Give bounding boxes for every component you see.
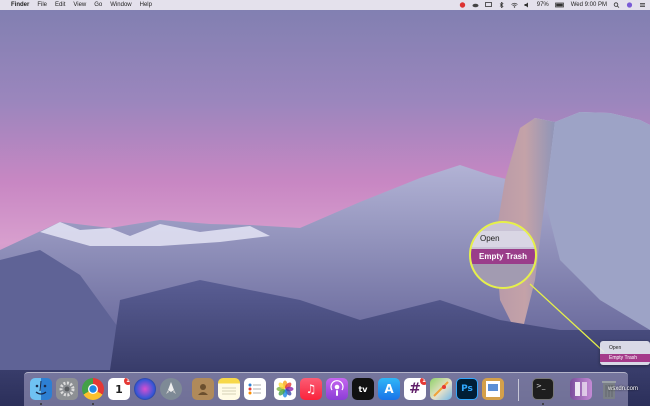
terminal-running-dot (542, 403, 544, 405)
menu-window[interactable]: Window (110, 2, 131, 8)
menu-finder[interactable]: Finder (11, 2, 29, 8)
magnified-empty-trash-item: Empty Trash (471, 249, 535, 264)
menu-edit[interactable]: Edit (55, 2, 65, 8)
gear-icon[interactable] (56, 378, 78, 400)
magnifier-callout: Open Empty Trash (469, 221, 537, 289)
volume-icon[interactable] (524, 2, 531, 8)
notification-center-icon[interactable] (639, 2, 646, 8)
app-store-glyph: A (384, 382, 394, 396)
battery-percentage[interactable]: 97% (537, 2, 549, 8)
photos-icon[interactable] (274, 378, 296, 400)
notes-icon[interactable] (218, 378, 240, 400)
menu-view[interactable]: View (73, 2, 86, 8)
dock: 1 1 ♫ tv A # 1 Ps >_ (24, 372, 628, 406)
photoshop-icon[interactable]: Ps (456, 378, 478, 400)
watermark-text: wsxdn.com (608, 386, 639, 392)
finder-running-dot (40, 403, 42, 405)
menu-go[interactable]: Go (94, 2, 102, 8)
contacts-icon[interactable] (192, 378, 214, 400)
tv-icon[interactable]: tv (352, 378, 374, 400)
terminal-glyph: >_ (536, 382, 546, 390)
wifi-icon[interactable] (510, 2, 518, 8)
menu-file[interactable]: File (37, 2, 47, 8)
downloads-icon[interactable] (570, 378, 592, 400)
context-menu-open[interactable]: Open (600, 344, 650, 352)
preview-icon[interactable] (482, 378, 504, 400)
music-note-glyph: ♫ (305, 382, 317, 396)
chrome-running-dot (92, 403, 94, 405)
adobe-cc-icon[interactable] (459, 2, 466, 8)
menu-help[interactable]: Help (140, 2, 152, 8)
slack-badge: 1 (420, 378, 426, 385)
app-store-icon[interactable]: A (378, 378, 400, 400)
slack-glyph: # (409, 381, 421, 397)
trash-context-menu: Open Empty Trash (600, 341, 650, 365)
terminal-icon[interactable]: >_ (532, 378, 554, 400)
search-icon[interactable] (613, 2, 620, 8)
calendar-date: 1 (115, 382, 123, 396)
reminders-icon[interactable] (244, 378, 266, 400)
chrome-icon[interactable] (82, 378, 104, 400)
menu-bar: Finder File Edit View Go Window Help 97%… (0, 0, 650, 10)
finder-icon[interactable] (30, 378, 52, 400)
cloud-icon[interactable] (472, 2, 479, 8)
calendar-badge: 1 (124, 378, 130, 385)
menubar-clock[interactable]: Wed 9:00 PM (571, 2, 607, 8)
photoshop-glyph: Ps (461, 384, 473, 394)
calendar-icon[interactable]: 1 1 (108, 378, 130, 400)
dock-separator (518, 379, 519, 401)
music-icon[interactable]: ♫ (300, 378, 322, 400)
tv-glyph: tv (358, 384, 368, 394)
status-area: 97% Wed 9:00 PM (453, 2, 646, 8)
battery-icon[interactable] (554, 2, 565, 8)
slack-icon[interactable]: # 1 (404, 378, 426, 400)
desktop-wallpaper (0, 0, 650, 406)
rocket-icon[interactable] (160, 378, 182, 400)
siri-menubar-icon[interactable] (626, 2, 633, 8)
bluetooth-icon[interactable] (498, 2, 505, 8)
podcasts-icon[interactable] (326, 378, 348, 400)
context-menu-empty-trash[interactable]: Empty Trash (600, 354, 650, 362)
magnified-open-item: Open (471, 231, 535, 247)
airplay-icon[interactable] (484, 2, 492, 8)
maps-icon[interactable] (430, 378, 452, 400)
siri-icon[interactable] (134, 378, 156, 400)
